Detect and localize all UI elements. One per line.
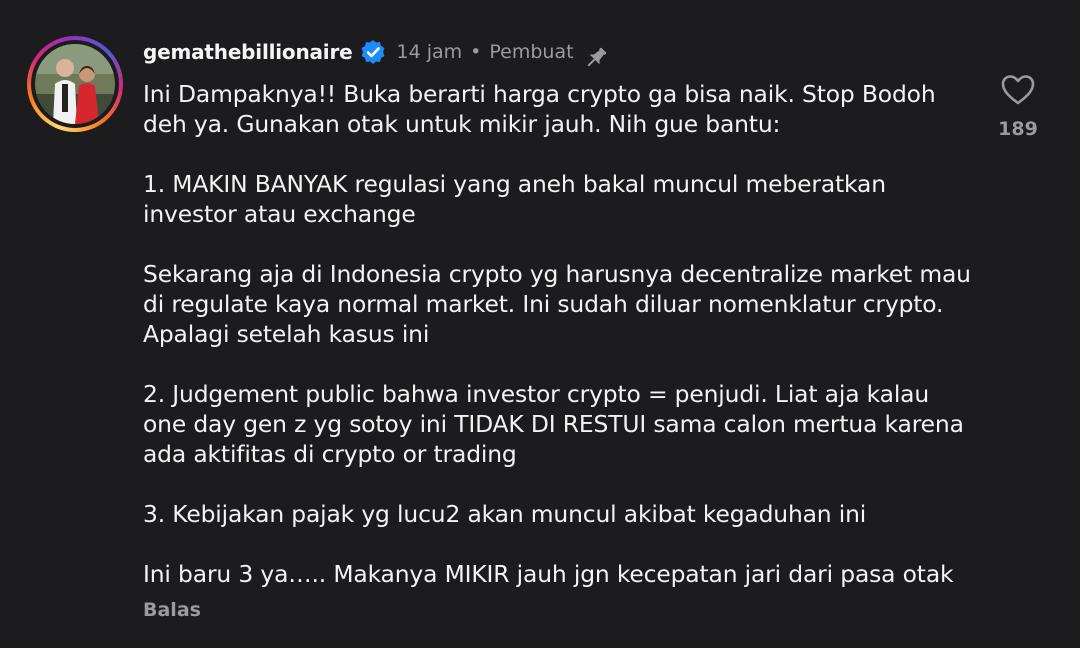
- reply-button[interactable]: Balas: [143, 599, 201, 621]
- like-count: 189: [998, 118, 1038, 140]
- timestamp: 14 jam: [396, 41, 463, 63]
- comment-line: 1. MAKIN BANYAK regulasi yang aneh bakal…: [143, 170, 886, 198]
- like-control: 189: [988, 72, 1048, 140]
- pin-icon: [582, 44, 610, 72]
- comment-line: ada aktifitas di crypto or trading: [143, 440, 517, 468]
- comment-line: one day gen z yg sotoy ini TIDAK DI REST…: [143, 410, 964, 438]
- comment-spacer: [143, 349, 973, 379]
- comment-line: Ini Dampaknya!! Buka berarti harga crypt…: [143, 80, 936, 108]
- comment-spacer: [143, 139, 973, 169]
- comment-line: Sekarang aja di Indonesia crypto yg haru…: [143, 260, 971, 288]
- username[interactable]: gemathebillionaire: [143, 40, 353, 64]
- comment-header: gemathebillionaire 14 jam • Pembuat: [143, 37, 610, 67]
- avatar[interactable]: [27, 36, 123, 132]
- creator-label: Pembuat: [489, 41, 574, 63]
- comment-line: investor atau exchange: [143, 200, 416, 228]
- comment-spacer: [143, 469, 973, 499]
- avatar-image: [35, 44, 115, 124]
- comment-line: Apalagi setelah kasus ini: [143, 320, 430, 348]
- comment-line: deh ya. Gunakan otak untuk mikir jauh. N…: [143, 110, 781, 138]
- verified-badge-icon: [360, 39, 386, 65]
- comment-line: 3. Kebijakan pajak yg lucu2 akan muncul …: [143, 500, 867, 528]
- comment-line: di regulate kaya normal market. Ini suda…: [143, 290, 944, 318]
- heart-icon[interactable]: [1000, 72, 1036, 108]
- comment-body: Ini Dampaknya!! Buka berarti harga crypt…: [143, 79, 973, 589]
- meta-separator: •: [470, 41, 482, 63]
- comment-line: Ini baru 3 ya….. Makanya MIKIR jauh jgn …: [143, 560, 954, 588]
- comment-line: 2. Judgement public bahwa investor crypt…: [143, 380, 930, 408]
- comment-spacer: [143, 229, 973, 259]
- comment-spacer: [143, 529, 973, 559]
